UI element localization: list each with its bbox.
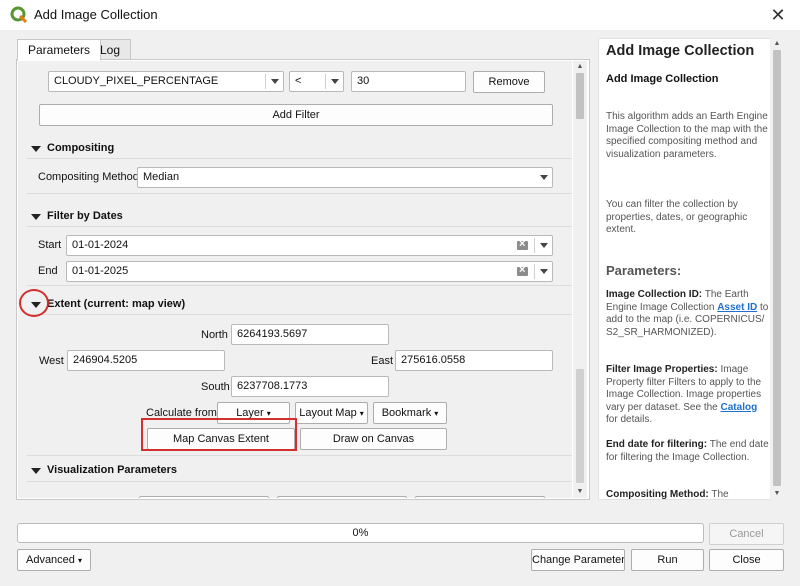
scrollbar-thumb[interactable] (773, 50, 781, 486)
help-filter-note: You can filter the collection by propert… (606, 199, 748, 236)
collapse-triangle-icon[interactable] (31, 468, 41, 474)
filter-threshold-input[interactable]: 30 (351, 71, 466, 92)
progress-bar: 0% (17, 523, 704, 543)
north-input[interactable]: 6264193.5697 (231, 324, 389, 345)
end-date-input[interactable]: 01-01-2025 (66, 261, 553, 282)
chevron-down-icon (271, 79, 279, 84)
help-param-end-date: End date for filtering: The end date for… (606, 439, 769, 463)
help-panel: Add Image Collection Add Image Collectio… (598, 38, 784, 500)
start-date-input[interactable]: 01-01-2024 (66, 235, 553, 256)
scroll-up-icon[interactable]: ▲ (770, 38, 784, 50)
draw-on-canvas-button[interactable]: Draw on Canvas (300, 428, 447, 450)
help-subtitle: Add Image Collection (606, 73, 719, 85)
filter-by-dates-group: Start 01-01-2024 End 01-01-2025 (27, 226, 572, 286)
highlight-annotation-box (141, 418, 297, 451)
clear-icon[interactable] (517, 264, 528, 276)
chevron-down-icon (540, 175, 548, 180)
asset-id-link[interactable]: Asset ID (717, 302, 757, 313)
help-title: Add Image Collection (606, 43, 755, 59)
west-label: West (39, 355, 64, 367)
chevron-down-icon: ▾ (77, 556, 82, 565)
visualization-field[interactable] (139, 496, 269, 498)
compositing-method-label: Compositing Method (38, 171, 139, 183)
qgis-logo-icon (10, 6, 28, 24)
chevron-down-icon (331, 79, 339, 84)
parameters-scrollbar[interactable]: ▲ ▼ (573, 61, 587, 498)
north-label: North (201, 329, 228, 341)
remove-filter-button[interactable]: Remove (473, 71, 545, 93)
chevron-down-icon: ▾ (434, 409, 439, 418)
west-input[interactable]: 246904.5205 (67, 350, 225, 371)
help-scrollbar[interactable]: ▲ ▼ (770, 38, 784, 500)
highlight-annotation-circle (19, 289, 49, 317)
visualization-parameters-header[interactable]: Visualization Parameters (47, 464, 177, 482)
east-input[interactable]: 275616.0558 (395, 350, 553, 371)
advanced-dropdown-button[interactable]: Advanced ▾ (17, 549, 91, 571)
clear-icon[interactable] (517, 238, 528, 250)
collapse-triangle-icon[interactable] (31, 214, 41, 220)
help-intro: This algorithm adds an Earth Engine Imag… (606, 111, 768, 160)
scroll-down-icon[interactable]: ▼ (573, 486, 587, 498)
start-date-label: Start (38, 239, 62, 251)
south-label: South (201, 381, 230, 393)
compositing-method-select[interactable]: Median (137, 167, 553, 188)
south-input[interactable]: 6237708.1773 (231, 376, 389, 397)
close-button[interactable]: Close (709, 549, 784, 571)
chevron-down-icon (540, 243, 548, 248)
bookmark-dropdown-button[interactable]: Bookmark ▾ (373, 402, 447, 424)
visualization-field[interactable] (277, 496, 407, 498)
window-title: Add Image Collection (34, 7, 158, 22)
visualization-field[interactable] (415, 496, 545, 498)
catalog-link[interactable]: Catalog (721, 402, 758, 413)
chevron-down-icon (540, 269, 548, 274)
chevron-down-icon: ▾ (359, 409, 364, 418)
help-param-compositing: Compositing Method: The (606, 489, 729, 500)
run-button[interactable]: Run (631, 549, 704, 571)
title-bar: Add Image Collection ✕ (0, 0, 800, 30)
compositing-group: Compositing Method Median (27, 158, 572, 194)
chevron-down-icon: ▾ (266, 409, 271, 418)
scrollbar-thumb[interactable] (576, 73, 584, 119)
collapse-triangle-icon[interactable] (31, 146, 41, 152)
end-date-label: End (38, 265, 58, 277)
help-param-collection-id: Image Collection ID: The Earth Engine Im… (606, 289, 769, 338)
change-parameters-button[interactable]: Change Parameters (531, 549, 625, 571)
extent-group: North 6264193.5697 West 246904.5205 East… (27, 314, 572, 456)
close-window-icon[interactable]: ✕ (764, 4, 792, 26)
add-filter-button[interactable]: Add Filter (39, 104, 553, 126)
parameters-panel: CLOUDY_PIXEL_PERCENTAGE < 30 Remove Add … (16, 59, 590, 500)
scroll-up-icon[interactable]: ▲ (573, 61, 587, 73)
help-param-filter-properties: Filter Image Properties: Image Property … (606, 364, 762, 426)
scroll-down-icon[interactable]: ▼ (770, 488, 784, 500)
scrollbar-thumb[interactable] (576, 369, 584, 483)
visualization-group (27, 481, 572, 498)
help-parameters-header: Parameters: (606, 263, 682, 278)
tab-parameters[interactable]: Parameters (17, 39, 102, 61)
east-label: East (371, 355, 394, 367)
cancel-button[interactable]: Cancel (709, 523, 784, 545)
filter-operator-select[interactable]: < (289, 71, 344, 92)
layout-map-dropdown-button[interactable]: Layout Map ▾ (295, 402, 368, 424)
filter-property-select[interactable]: CLOUDY_PIXEL_PERCENTAGE (48, 71, 284, 92)
